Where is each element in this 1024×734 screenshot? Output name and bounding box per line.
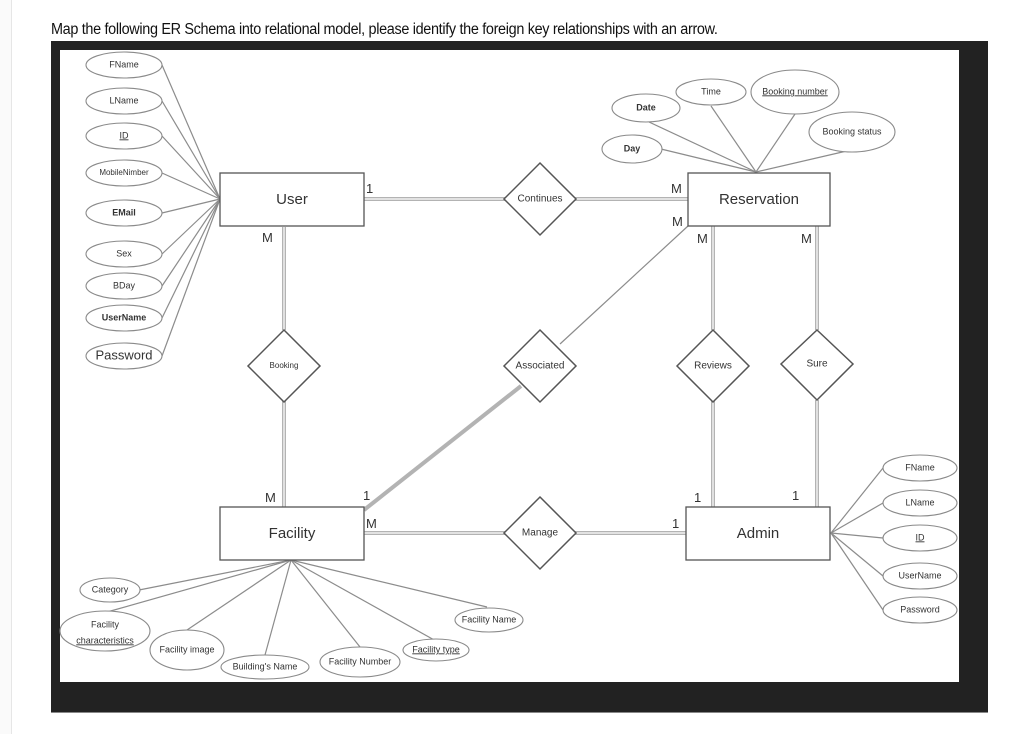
relationship-continues[interactable]: Continues <box>502 161 578 237</box>
relationship-reviews[interactable]: Reviews <box>675 328 751 404</box>
svg-text:characteristics: characteristics <box>76 635 134 645</box>
relationship-sure-label: Sure <box>806 359 828 370</box>
relationship-booking-label: Booking <box>270 361 299 370</box>
svg-text:Category: Category <box>92 584 129 594</box>
relationship-manage-label: Manage <box>522 528 559 539</box>
svg-text:Facility Number: Facility Number <box>329 656 392 666</box>
er-diagram: .ln { stroke: #8c8c8c; stroke-width: 1.2… <box>59 51 958 680</box>
attribute-facility-image[interactable]: Facility image <box>149 629 225 671</box>
attribute-facility-characteristics[interactable]: Facility characteristics <box>59 610 151 652</box>
attribute-admin-username[interactable]: UserName <box>882 562 958 590</box>
entity-facility-label: Facility <box>269 525 316 542</box>
svg-text:FName: FName <box>905 462 935 472</box>
svg-text:Facility: Facility <box>91 619 120 629</box>
attribute-user-mobile[interactable]: MobileNimber <box>85 159 163 187</box>
svg-text:UserName: UserName <box>102 312 147 322</box>
user-attribute-lines <box>161 64 221 357</box>
relationship-associated-label: Associated <box>516 361 565 372</box>
relationship-manage[interactable]: Manage <box>502 495 578 571</box>
svg-text:Facility type: Facility type <box>412 644 460 654</box>
cardinality-admin-reviews: 1 <box>694 490 701 505</box>
entity-admin[interactable]: Admin <box>685 506 831 561</box>
facility-attributes: Category Facility characteristics Facili… <box>59 577 524 680</box>
attribute-facility-name[interactable]: Facility Name <box>454 607 524 633</box>
attribute-user-username[interactable]: UserName <box>85 304 163 332</box>
user-attributes: FName LName ID MobileNimber EMail Sex BD… <box>85 51 163 370</box>
cardinality-user-continues: 1 <box>366 181 373 196</box>
cardinality-reservation-reviews: M <box>697 231 708 246</box>
relationship-booking[interactable]: Booking <box>246 328 322 404</box>
attribute-admin-id[interactable]: ID <box>882 524 958 552</box>
svg-text:Sex: Sex <box>116 248 132 258</box>
cardinality-facility-booking: M <box>265 490 276 505</box>
svg-text:Password: Password <box>95 347 152 362</box>
entity-user[interactable]: User <box>219 172 365 227</box>
cardinality-admin-manage: 1 <box>672 516 679 531</box>
svg-text:BDay: BDay <box>113 280 136 290</box>
svg-text:LName: LName <box>109 95 138 105</box>
cardinality-facility-manage: M <box>366 516 377 531</box>
cardinality-admin-sure: 1 <box>792 488 799 503</box>
svg-text:ID: ID <box>916 532 926 542</box>
svg-text:EMail: EMail <box>112 207 136 217</box>
entity-user-label: User <box>276 191 308 208</box>
relationship-continues-label: Continues <box>517 194 562 205</box>
attribute-facility-category[interactable]: Category <box>79 577 141 603</box>
svg-text:FName: FName <box>109 59 139 69</box>
attribute-reservation-date[interactable]: Date <box>611 93 681 123</box>
svg-text:Facility image: Facility image <box>159 644 214 654</box>
svg-text:Day: Day <box>624 143 641 153</box>
attribute-admin-lname[interactable]: LName <box>882 489 958 517</box>
attribute-reservation-day[interactable]: Day <box>601 134 663 164</box>
admin-attribute-lines <box>830 467 884 611</box>
attribute-user-password[interactable]: Password <box>85 342 163 370</box>
entity-reservation[interactable]: Reservation <box>687 172 831 227</box>
svg-text:Booking status: Booking status <box>822 126 882 136</box>
admin-attributes: FName LName ID UserName Password <box>882 454 958 624</box>
attribute-user-email[interactable]: EMail <box>85 199 163 227</box>
reservation-attributes: Date Time Booking number Day Booking sta… <box>601 69 896 164</box>
entity-facility[interactable]: Facility <box>219 506 365 561</box>
relationship-sure[interactable]: Sure <box>779 328 855 402</box>
svg-text:Date: Date <box>636 102 656 112</box>
svg-text:UserName: UserName <box>898 570 941 580</box>
cardinality-facility-associated: 1 <box>363 488 370 503</box>
svg-text:ID: ID <box>120 130 130 140</box>
svg-text:Password: Password <box>900 604 940 614</box>
cardinality-user-booking: M <box>262 230 273 245</box>
attribute-admin-password[interactable]: Password <box>882 596 958 624</box>
cardinality-reservation-sure: M <box>801 231 812 246</box>
entity-admin-label: Admin <box>737 525 780 542</box>
cardinality-reservation-continues: M <box>671 181 682 196</box>
svg-text:MobileNimber: MobileNimber <box>99 168 149 177</box>
svg-text:Booking number: Booking number <box>762 86 828 96</box>
attribute-user-lname[interactable]: LName <box>85 87 163 115</box>
attribute-facility-building-name[interactable]: Building's Name <box>220 654 310 680</box>
svg-text:Building's Name: Building's Name <box>233 661 298 671</box>
entity-reservation-label: Reservation <box>719 191 799 208</box>
svg-text:Time: Time <box>701 86 721 96</box>
svg-text:LName: LName <box>905 497 934 507</box>
attribute-user-fname[interactable]: FName <box>85 51 163 79</box>
attribute-reservation-booking-number[interactable]: Booking number <box>750 69 840 115</box>
attribute-facility-number[interactable]: Facility Number <box>319 646 401 678</box>
attribute-user-sex[interactable]: Sex <box>85 240 163 268</box>
attribute-facility-type[interactable]: Facility type <box>402 638 470 662</box>
attribute-reservation-booking-status[interactable]: Booking status <box>808 111 896 153</box>
attribute-admin-fname[interactable]: FName <box>882 454 958 482</box>
attribute-reservation-time[interactable]: Time <box>675 78 747 106</box>
svg-text:Facility Name: Facility Name <box>462 614 517 624</box>
attribute-user-bday[interactable]: BDay <box>85 272 163 300</box>
attribute-user-id[interactable]: ID <box>85 122 163 150</box>
cardinality-reservation-associated: M <box>672 214 683 229</box>
relationship-reviews-label: Reviews <box>694 361 732 372</box>
